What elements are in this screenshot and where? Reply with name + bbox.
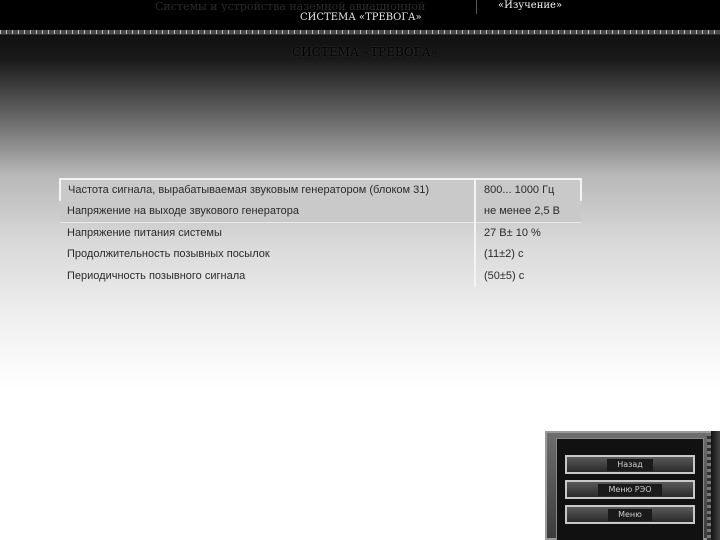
header-divider — [476, 0, 477, 14]
spec-value: (50±5) с — [474, 265, 581, 287]
header-subtitle: СИСТЕМА «ТРЕВОГА» — [300, 12, 422, 23]
spec-parameter: Периодичность позывного сигнала — [67, 269, 246, 282]
spec-value: не менее 2,5 В — [474, 200, 581, 222]
menu-button[interactable]: Меню — [565, 505, 695, 524]
spec-parameter: Продолжительность позывных посылок — [67, 248, 270, 261]
table-row: Периодичность позывного сигнала (50±5) с — [60, 265, 581, 287]
right-edge-stripe — [711, 431, 720, 540]
reo-menu-button-label: Меню РЭО — [598, 484, 662, 496]
spec-table: Частота сигнала, вырабатываемая звуковым… — [59, 178, 582, 287]
header-bar: Системы и устройства наземной авиационно… — [0, 0, 720, 30]
table-row: Частота сигнала, вырабатываемая звуковым… — [59, 178, 582, 201]
reo-menu-button[interactable]: Меню РЭО — [565, 480, 695, 499]
spec-parameter: Частота сигнала, вырабатываемая звуковым… — [59, 178, 475, 201]
back-button[interactable]: Назад — [565, 455, 695, 474]
spec-value: 800... 1000 Гц — [474, 178, 582, 201]
spec-parameter: Напряжение на выходе звукового генератор… — [60, 200, 475, 222]
nav-panel: Назад Меню РЭО Меню — [545, 431, 715, 540]
spec-value: (11±2) с — [474, 243, 581, 265]
table-row: Напряжение питания системы 27 В± 10 % — [60, 221, 581, 244]
table-row: Напряжение на выходе звукового генератор… — [60, 200, 581, 222]
spec-value: 27 В± 10 % — [474, 221, 581, 244]
header-faded-title: Системы и устройства наземной авиационно… — [155, 0, 426, 12]
menu-button-label: Меню — [608, 509, 652, 521]
nav-button-group: Назад Меню РЭО Меню — [556, 438, 704, 540]
ruler-divider — [0, 34, 720, 35]
back-button-label: Назад — [607, 459, 653, 471]
table-row: Продолжительность позывных посылок (11±2… — [60, 243, 581, 265]
spec-parameter: Напряжение питания системы — [60, 221, 475, 244]
page-title: СИСТЕМА «ТРЕВОГА» — [292, 45, 438, 59]
mode-label: «Изучение» — [498, 0, 563, 11]
